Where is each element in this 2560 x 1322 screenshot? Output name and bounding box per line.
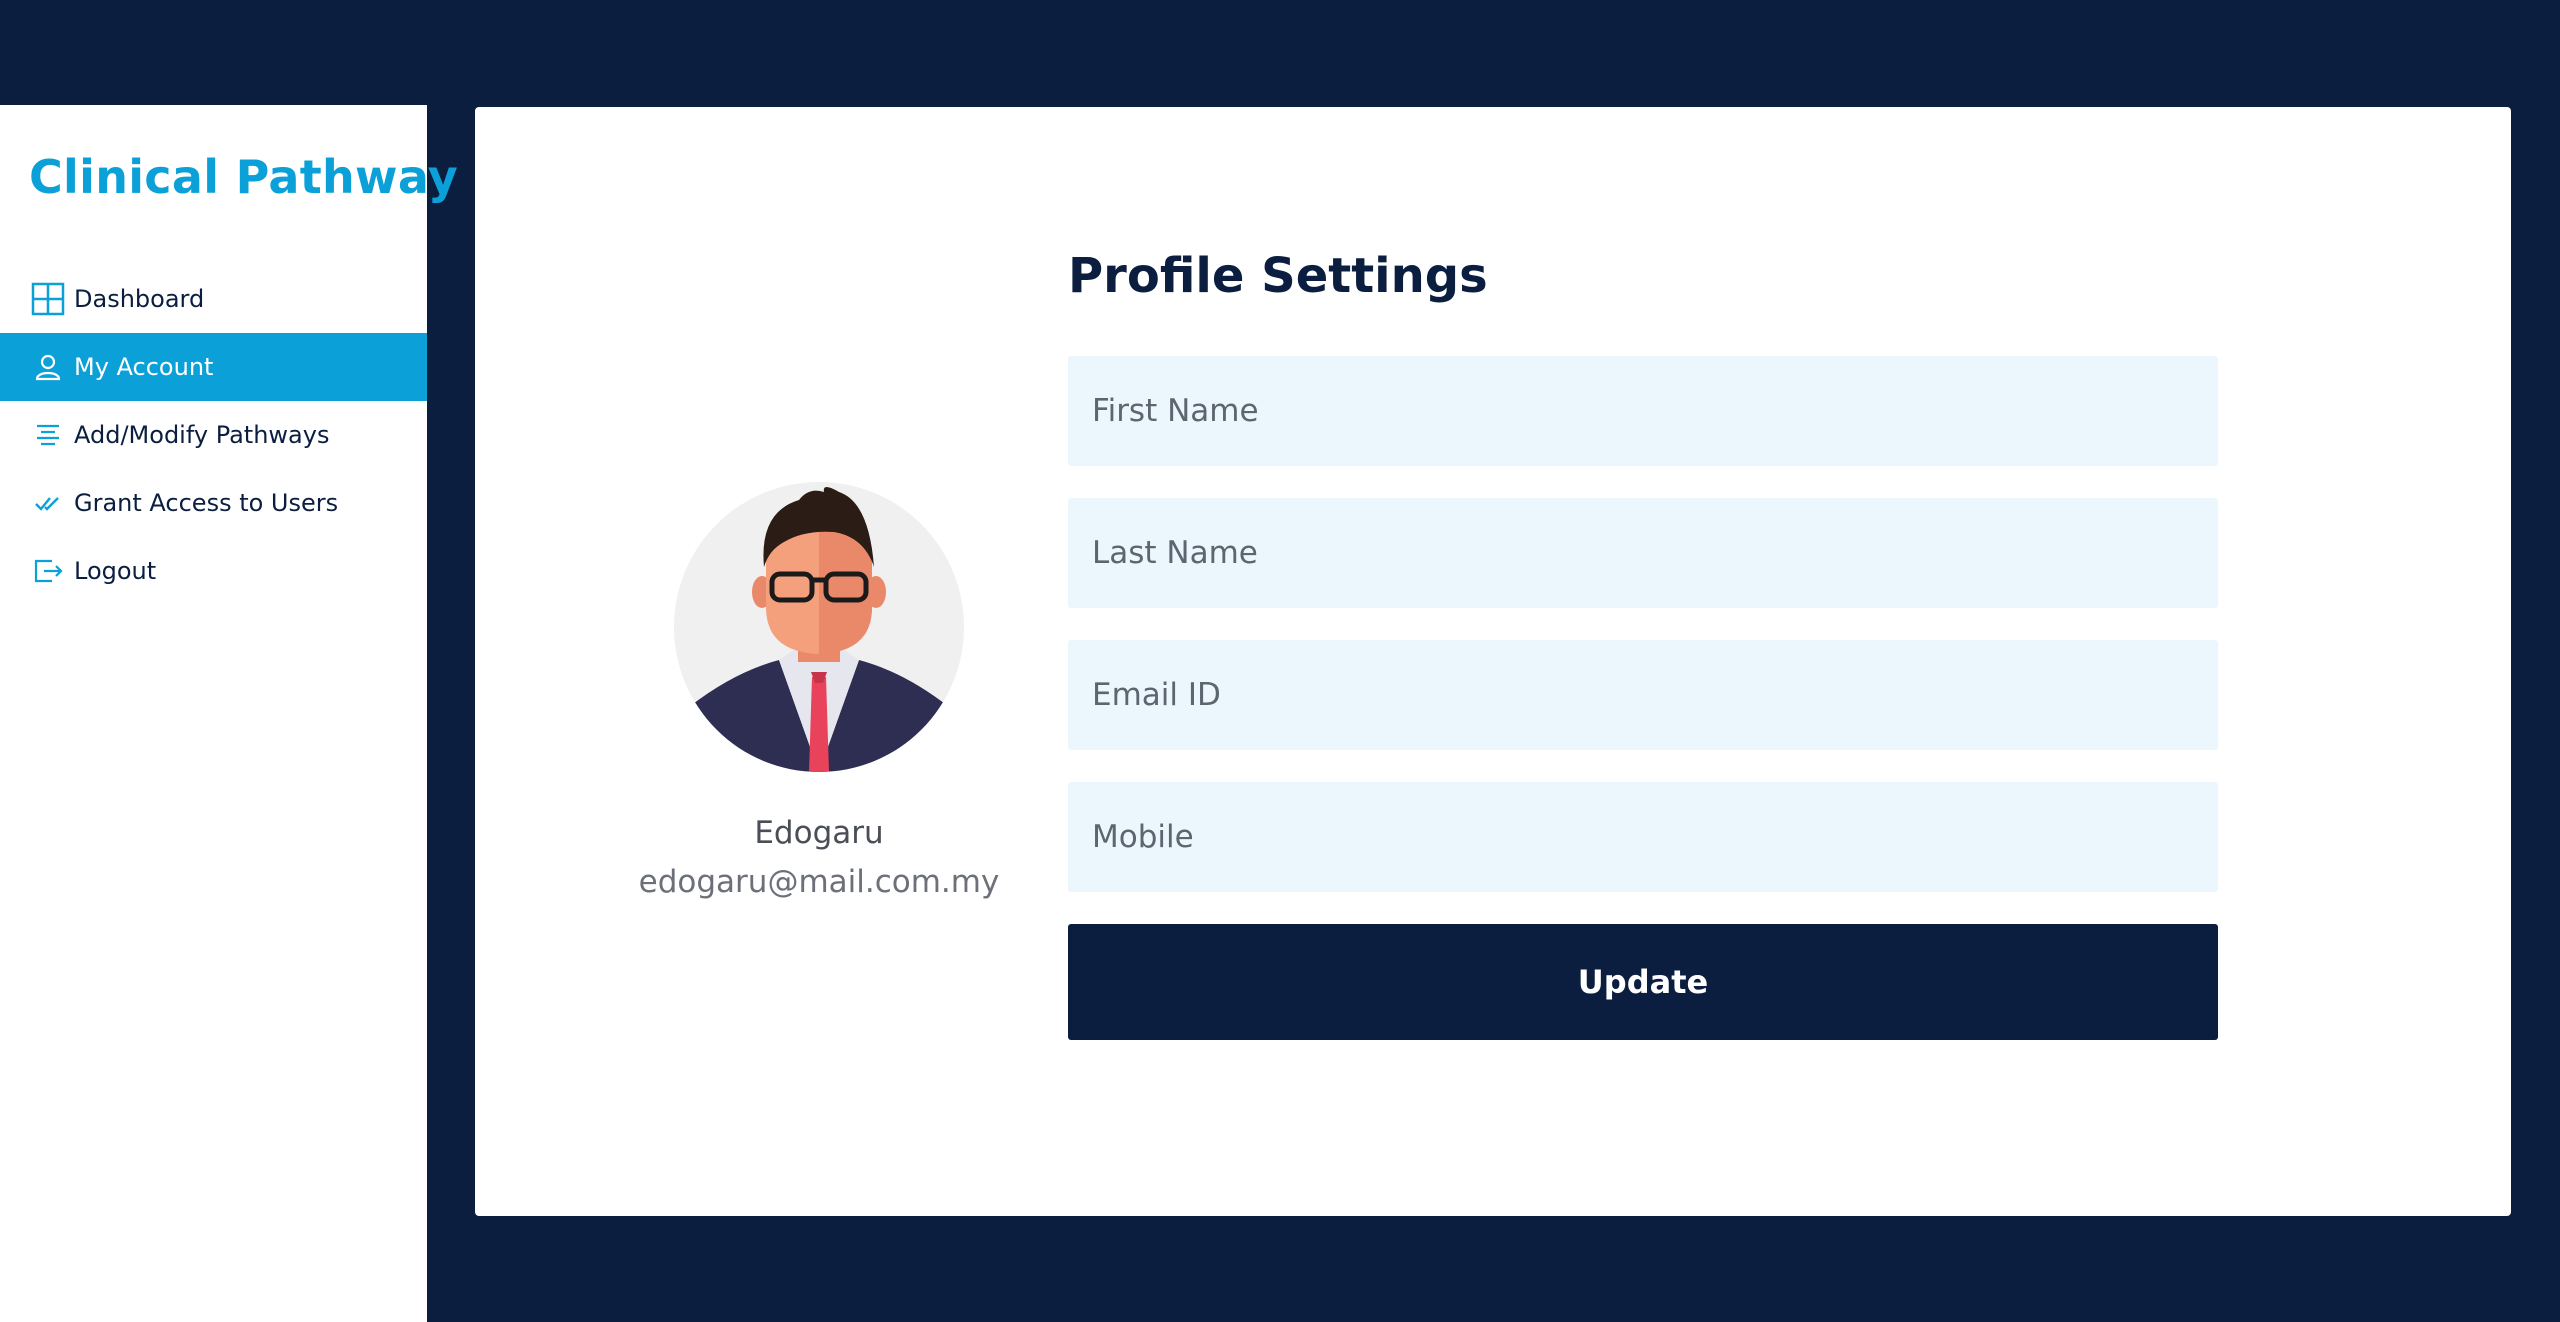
brand-title: Clinical Pathway — [29, 150, 459, 204]
sidebar-item-label: Grant Access to Users — [74, 489, 339, 517]
page-title: Profile Settings — [1068, 248, 1488, 304]
sidebar-nav: Dashboard My Account Add/Modify Pathways… — [0, 265, 427, 605]
sidebar-item-label: Add/Modify Pathways — [74, 421, 330, 449]
list-icon — [30, 417, 66, 453]
sidebar-item-label: Dashboard — [74, 285, 205, 313]
sidebar-item-my-account[interactable]: My Account — [0, 333, 427, 401]
sidebar-item-logout[interactable]: Logout — [0, 537, 427, 605]
avatar — [674, 482, 964, 772]
last-name-field[interactable] — [1068, 498, 2218, 608]
email-field[interactable] — [1068, 640, 2218, 750]
sidebar-item-label: My Account — [74, 353, 214, 381]
sidebar-item-label: Logout — [74, 557, 157, 585]
user-email: edogaru@mail.com.my — [638, 864, 1000, 900]
user-name: Edogaru — [754, 815, 884, 851]
grid-icon — [30, 281, 66, 317]
user-icon — [30, 349, 66, 385]
mobile-field[interactable] — [1068, 782, 2218, 892]
logout-icon — [30, 553, 66, 589]
first-name-field[interactable] — [1068, 356, 2218, 466]
sidebar-item-dashboard[interactable]: Dashboard — [0, 265, 427, 333]
sidebar-item-add-modify-pathways[interactable]: Add/Modify Pathways — [0, 401, 427, 469]
sidebar-item-grant-access[interactable]: Grant Access to Users — [0, 469, 427, 537]
double-check-icon — [30, 485, 66, 521]
update-button[interactable]: Update — [1068, 924, 2218, 1040]
